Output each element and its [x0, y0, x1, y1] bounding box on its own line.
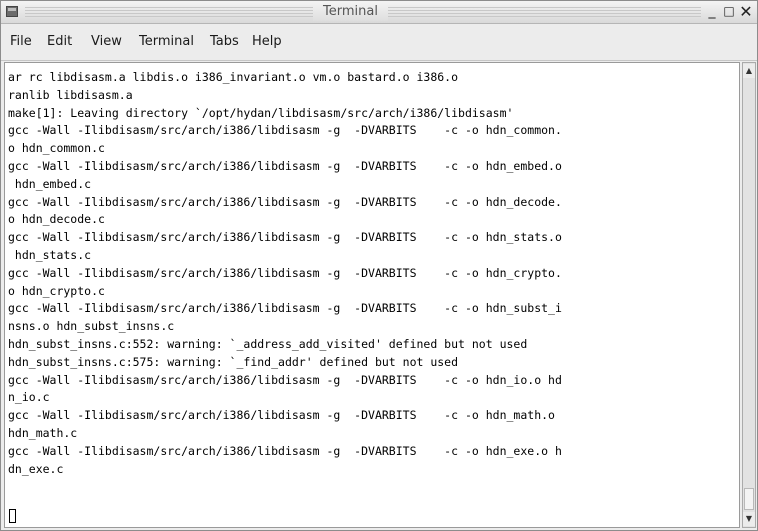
terminal-line: o hdn_common.c: [8, 141, 105, 156]
terminal-line: gcc -Wall -Ilibdisasm/src/arch/i386/libd…: [8, 158, 562, 173]
terminal-line: gcc -Wall -Ilibdisasm/src/arch/i386/libd…: [8, 301, 562, 316]
terminal-line: nsns.o hdn_subst_insns.c: [8, 319, 175, 334]
terminal-output: ar rc libdisasm.a libdis.o i386_invarian…: [8, 69, 562, 478]
scroll-up-arrow-icon[interactable]: ▲: [743, 64, 755, 78]
maximize-button[interactable]: □: [721, 3, 737, 20]
scroll-down-arrow-icon[interactable]: ▼: [743, 512, 755, 526]
menu-view[interactable]: View: [91, 34, 122, 49]
menu-bar: File Edit View Terminal Tabs Help: [1, 24, 757, 61]
terminal-line: n_io.c: [8, 390, 50, 405]
terminal-line: ranlib libdisasm.a: [8, 87, 133, 102]
menu-file[interactable]: File: [10, 34, 32, 49]
menu-edit[interactable]: Edit: [47, 34, 72, 49]
terminal-line: gcc -Wall -Ilibdisasm/src/arch/i386/libd…: [8, 408, 555, 423]
terminal-line: hdn_subst_insns.c:575: warning: `_find_a…: [8, 354, 459, 369]
terminal-line: gcc -Wall -Ilibdisasm/src/arch/i386/libd…: [8, 230, 562, 245]
terminal-line: hdn_subst_insns.c:552: warning: `_addres…: [8, 336, 528, 351]
menu-tabs[interactable]: Tabs: [210, 34, 239, 49]
terminal-window: Terminal _ □ ✕ File Edit View Terminal T…: [0, 0, 758, 531]
terminal-line: o hdn_crypto.c: [8, 283, 105, 298]
close-button[interactable]: ✕: [738, 3, 754, 20]
title-bar[interactable]: Terminal _ □ ✕: [1, 1, 757, 24]
terminal-line: gcc -Wall -Ilibdisasm/src/arch/i386/libd…: [8, 265, 562, 280]
terminal-line: gcc -Wall -Ilibdisasm/src/arch/i386/libd…: [8, 123, 562, 138]
menu-help[interactable]: Help: [252, 34, 282, 49]
minimize-button[interactable]: _: [704, 3, 720, 20]
terminal-line: gcc -Wall -Ilibdisasm/src/arch/i386/libd…: [8, 194, 562, 209]
terminal-line: make[1]: Leaving directory `/opt/hydan/l…: [8, 105, 514, 120]
vertical-scrollbar[interactable]: ▲ ▼: [742, 62, 756, 528]
terminal-window-icon[interactable]: [6, 6, 18, 17]
terminal-line: gcc -Wall -Ilibdisasm/src/arch/i386/libd…: [8, 372, 562, 387]
terminal-line: hdn_embed.c: [8, 176, 92, 191]
terminal-line: ar rc libdisasm.a libdis.o i386_invarian…: [8, 70, 459, 84]
scrollbar-thumb[interactable]: [744, 488, 754, 510]
terminal-line: dn_exe.c: [8, 461, 64, 476]
terminal-cursor: [9, 509, 16, 523]
window-title: Terminal: [313, 3, 388, 21]
terminal-output-area[interactable]: ar rc libdisasm.a libdis.o i386_invarian…: [4, 62, 740, 528]
terminal-line: hdn_stats.c: [8, 247, 92, 262]
terminal-line: hdn_math.c: [8, 425, 78, 440]
terminal-line: o hdn_decode.c: [8, 212, 105, 227]
menu-terminal[interactable]: Terminal: [139, 34, 194, 49]
terminal-line: gcc -Wall -Ilibdisasm/src/arch/i386/libd…: [8, 443, 562, 458]
